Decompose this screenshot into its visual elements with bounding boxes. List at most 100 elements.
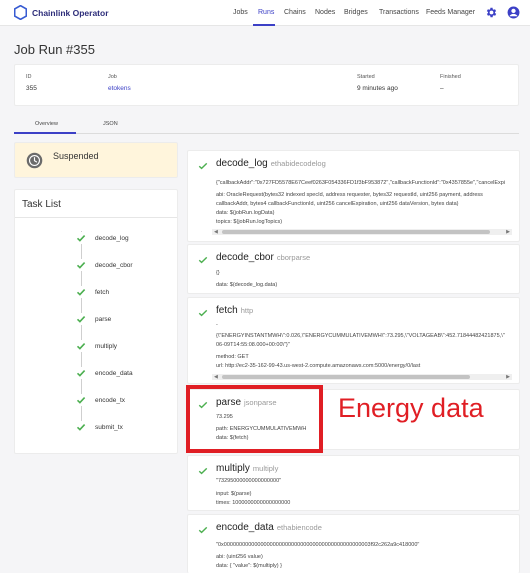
check-icon (198, 467, 208, 475)
task-title: decode_cbor cborparse (216, 252, 310, 263)
nav-item-chains[interactable]: Chains (284, 9, 306, 16)
tab-bar: Overview JSON (14, 118, 519, 134)
task-type: http (240, 306, 254, 315)
task-param-data: data: $(decode_log.data) (216, 282, 278, 288)
task-node-label: multiply (95, 342, 118, 350)
nav-item-jobs[interactable]: Jobs (233, 9, 248, 16)
check-icon (198, 256, 208, 264)
task-card-fetch: fetch http - {\"ENERGYINSTANTMWH\":0.026,… (187, 297, 520, 384)
task-list-panel: Task List decode_log decode_cbor fetch p… (14, 189, 178, 454)
scroll-left-icon[interactable]: ◀ (214, 374, 218, 380)
task-node-multiply[interactable]: multiply (75, 340, 117, 352)
brand[interactable]: Chainlink Operator (14, 5, 109, 20)
task-param-topics: topics: $(jobRun.logTopics) (216, 219, 283, 225)
task-node-submit-tx[interactable]: submit_tx (75, 421, 123, 433)
scroll-right-icon[interactable]: ▶ (506, 229, 510, 235)
scroll-right-icon[interactable]: ▶ (506, 374, 510, 380)
task-card-decode-cbor: decode_cbor cborparse {} data: $(decode_l… (187, 244, 520, 294)
task-param-data: data: $(jobRun.logData) (216, 210, 275, 216)
finished-label: Finished (440, 74, 461, 80)
task-card-decode-log: decode_log ethabidecodelog {"callbackAddr… (187, 150, 520, 242)
task-param-abi: abi: (uint256 value) (216, 554, 263, 560)
scrollbar-thumb[interactable] (222, 375, 470, 379)
task-output: {} (216, 270, 220, 276)
check-icon (75, 286, 87, 298)
check-icon (198, 309, 208, 317)
status-text: Suspended (53, 151, 99, 161)
task-node-decode-cbor[interactable]: decode_cbor (75, 259, 133, 271)
task-title: decode_log ethabidecodelog (216, 158, 326, 169)
task-node-label: decode_cbor (95, 261, 133, 269)
task-node-label: fetch (95, 288, 110, 296)
horizontal-scrollbar[interactable]: ◀ ▶ (212, 229, 512, 235)
tab-json[interactable]: JSON (103, 121, 118, 127)
task-node-label: submit_tx (95, 423, 123, 431)
task-node-fetch[interactable]: fetch (75, 286, 109, 298)
scrollbar-thumb[interactable] (222, 230, 490, 234)
nav-item-nodes[interactable]: Nodes (315, 9, 335, 16)
task-name: fetch (216, 305, 238, 316)
task-param-method: method: GET (216, 354, 249, 360)
started-value: 9 minutes ago (357, 85, 398, 92)
task-type: ethabidecodelog (270, 159, 326, 168)
check-icon (75, 421, 87, 433)
task-type: ethabiencode (276, 523, 322, 532)
task-card-encode-data: encode_data ethabiencode "0x0000000000000… (187, 514, 520, 573)
id-value: 355 (26, 85, 37, 92)
task-name: decode_cbor (216, 252, 274, 263)
chainlink-hexagon-icon (14, 5, 27, 20)
job-label: Job (108, 74, 117, 80)
check-icon (75, 313, 87, 325)
task-output-cont: 06-09T14:55:08.000+00:00\"}" (216, 342, 290, 348)
account-circle-icon[interactable] (507, 6, 520, 19)
horizontal-scrollbar[interactable]: ◀ ▶ (212, 374, 512, 380)
task-param-abi: abi: OracleRequest(bytes32 indexed specI… (216, 192, 483, 198)
nav-item-feeds-manager[interactable]: Feeds Manager (426, 9, 475, 16)
id-label: ID (26, 74, 32, 80)
task-param-input: input: $(parse) (216, 491, 252, 497)
task-node-label: parse (95, 315, 112, 323)
task-node-parse[interactable]: parse (75, 313, 111, 325)
task-output: "0x0000000000000000000000000000000000000… (216, 542, 420, 548)
check-icon (75, 259, 87, 271)
task-node-label: encode_data (95, 369, 133, 377)
task-node-decode-log[interactable]: decode_log (75, 232, 129, 244)
nav-active-indicator (253, 24, 275, 26)
check-icon (75, 367, 87, 379)
check-icon (75, 394, 87, 406)
job-link[interactable]: etokens (108, 85, 131, 92)
task-name: decode_log (216, 158, 268, 169)
task-output: "73295000000000000000" (216, 478, 282, 484)
annotation-label: Energy data (338, 393, 484, 423)
task-type: multiply (252, 464, 279, 473)
task-title: fetch http (216, 305, 253, 316)
tab-overview[interactable]: Overview (35, 121, 58, 127)
task-param-data: data: { "value": $(multiply) } (216, 563, 282, 569)
nav-item-runs[interactable]: Runs (258, 9, 274, 16)
finished-value: – (440, 85, 444, 92)
task-name: multiply (216, 463, 250, 474)
task-node-encode-data[interactable]: encode_data (75, 367, 133, 379)
nav-item-transactions[interactable]: Transactions (379, 9, 419, 16)
task-param-times: times: 1000000000000000000 (216, 500, 291, 506)
page-title: Job Run #355 (14, 42, 95, 57)
task-card-multiply: multiply multiply "73295000000000000000" … (187, 455, 520, 511)
brand-name: Chainlink Operator (32, 7, 109, 18)
task-output: {\"ENERGYINSTANTMWH\":0.026,\"ENERGYCUMM… (216, 333, 505, 339)
task-title: encode_data ethabiencode (216, 522, 322, 533)
task-name: encode_data (216, 522, 274, 533)
task-list-title: Task List (22, 199, 61, 210)
task-output-prefix: - (216, 322, 218, 328)
job-run-summary: ID 355 Job etokens Started 9 minutes ago… (14, 64, 519, 106)
check-icon (198, 162, 208, 170)
scroll-left-icon[interactable]: ◀ (214, 229, 218, 235)
gear-icon[interactable] (485, 6, 498, 19)
status-card: Suspended (14, 142, 178, 178)
task-title: multiply multiply (216, 463, 278, 474)
task-param-url: url: http://ec2-35-162-99-43.us-west-2.c… (216, 363, 421, 369)
nav-item-bridges[interactable]: Bridges (344, 9, 368, 16)
clock-icon (26, 152, 43, 169)
task-node-encode-tx[interactable]: encode_tx (75, 394, 125, 406)
task-output: {"callbackAddr":"0x727FD5578E67Ceef0263F… (216, 180, 506, 186)
tab-active-indicator (14, 132, 76, 134)
